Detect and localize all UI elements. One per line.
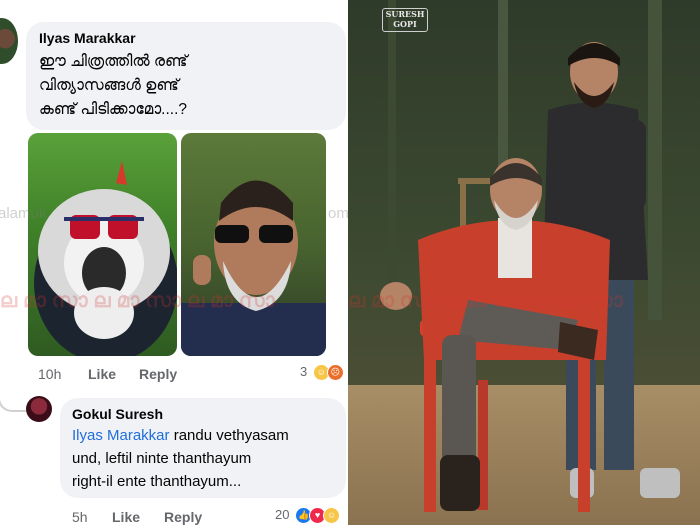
- comment-author[interactable]: Ilyas Marakkar: [39, 30, 136, 46]
- comment-text-line: കണ്ട് പിടിക്കാമോ....?: [39, 101, 188, 118]
- commenter-avatar[interactable]: [0, 18, 18, 64]
- reaction-count: 20: [275, 507, 290, 522]
- reply-author[interactable]: Gokul Suresh: [72, 406, 163, 422]
- comment-thread: Ilyas Marakkar ഈ ചിത്രത്തിൽ രണ്ട് വിത്യാ…: [0, 0, 348, 525]
- reaction-summary[interactable]: 3 ☺ ☹: [300, 364, 344, 382]
- reply-time: 5h: [72, 509, 88, 525]
- monkey-illustration: [34, 161, 177, 356]
- angry-emoji-icon: ☹: [326, 364, 344, 382]
- watermark-red: ലമാസാലമാസാലമാസാ: [0, 290, 281, 312]
- reply-bubble: Gokul Suresh Ilyas Marakkar randu vethya…: [60, 398, 346, 498]
- laugh-emoji-icon: ☺: [323, 507, 341, 525]
- man-illustration: [181, 180, 326, 356]
- watermark: om: [328, 205, 348, 222]
- watermark: alamuk: [0, 205, 47, 222]
- reply-button[interactable]: Reply: [139, 366, 177, 382]
- reply-text-line: Ilyas Marakkar randu vethyasam: [72, 427, 289, 444]
- comment-text-line: വിത്യാസങ്ങൾ ഉണ്ട്: [39, 77, 179, 94]
- comment-bubble: Ilyas Marakkar ഈ ചിത്രത്തിൽ രണ്ട് വിത്യാ…: [26, 22, 346, 130]
- brand-logo: SURESH GOPI: [382, 8, 428, 32]
- thread-line: [0, 370, 26, 412]
- watermark-red: ലമാസാലമാസാലമാസാ: [348, 290, 629, 312]
- logo-text: SURESH: [385, 9, 425, 19]
- logo-text: GOPI: [393, 19, 417, 29]
- reply-text: randu vethyasam: [169, 427, 289, 444]
- replier-avatar[interactable]: [26, 396, 52, 422]
- comment-text-line: ഈ ചിത്രത്തിൽ രണ്ട്: [39, 53, 188, 70]
- like-button[interactable]: Like: [88, 366, 116, 382]
- comment-image-man[interactable]: [181, 133, 326, 356]
- reply-text-line: und, leftil ninte thanthayum: [72, 450, 252, 467]
- comment-actions: 10h Like Reply: [38, 366, 338, 384]
- reply-text-line: right-il ente thanthayum...: [72, 473, 242, 490]
- like-button[interactable]: Like: [112, 509, 140, 525]
- comment-time: 10h: [38, 366, 62, 382]
- comment-image-monkey[interactable]: [28, 133, 177, 356]
- reply-button[interactable]: Reply: [164, 509, 202, 525]
- photo-illustration: [348, 0, 700, 525]
- photo: SURESH GOPI ലമാസാലമാസാലമാസാ: [348, 0, 700, 525]
- reaction-summary[interactable]: 20 👍 ♥ ☺: [275, 507, 341, 525]
- reaction-count: 3: [300, 364, 308, 379]
- mention-link[interactable]: Ilyas Marakkar: [72, 427, 170, 444]
